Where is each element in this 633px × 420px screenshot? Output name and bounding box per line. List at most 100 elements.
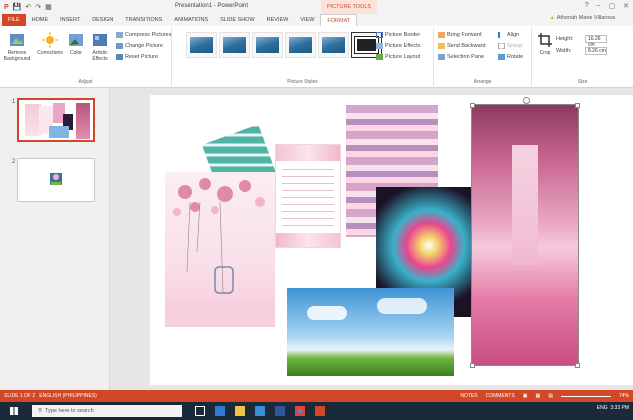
width-field[interactable]: 8.26 cm — [585, 47, 607, 55]
file-explorer-icon[interactable] — [235, 406, 245, 416]
height-field[interactable]: 16.26 cm — [585, 35, 607, 48]
slide-thumbnail-pane: 1 2 — [0, 88, 110, 390]
resize-handle[interactable] — [575, 363, 580, 368]
language-indicator[interactable]: ENGLISH (PHILIPPINES) — [39, 393, 97, 399]
floral-birdcage-picture[interactable] — [165, 172, 275, 327]
align-button[interactable]: Align — [498, 32, 519, 38]
thumb-picture — [49, 126, 69, 138]
corrections-button[interactable]: Corrections — [36, 32, 64, 56]
group-button[interactable]: Group — [498, 43, 522, 49]
tab-slide-show[interactable]: SLIDE SHOW — [214, 14, 261, 26]
picture-style-4[interactable] — [285, 32, 316, 58]
help-button[interactable]: ? — [585, 2, 589, 10]
width-label: Width: — [556, 48, 572, 54]
artistic-effects-button[interactable]: Artistic Effects — [88, 32, 112, 62]
reset-picture-label: Reset Picture — [125, 54, 159, 60]
picture-effects-label: Picture Effects — [385, 43, 421, 49]
lined-notepad-picture[interactable] — [275, 144, 341, 248]
minimize-button[interactable]: – — [597, 2, 601, 10]
cherry-blossom-picture[interactable] — [471, 104, 579, 366]
restore-button[interactable]: ▢ — [609, 2, 616, 10]
user-account[interactable]: Athenah Marie Villarosa — [550, 15, 615, 21]
size-group-label: Size — [577, 79, 588, 85]
send-backward-label: Send Backward — [447, 43, 486, 49]
save-icon[interactable]: 💾 — [13, 3, 22, 11]
tab-review[interactable]: REVIEW — [261, 14, 295, 26]
undo-icon[interactable]: ↶ — [25, 3, 31, 11]
tab-view[interactable]: VIEW — [294, 14, 320, 26]
windows-start-icon[interactable] — [10, 407, 18, 415]
crop-icon — [538, 33, 552, 47]
rotate-handle[interactable] — [523, 97, 530, 104]
chrome-icon[interactable] — [295, 406, 305, 416]
tab-home[interactable]: HOME — [26, 14, 55, 26]
tab-animations[interactable]: ANIMATIONS — [168, 14, 214, 26]
sky-meadow-picture[interactable] — [287, 288, 454, 376]
store-icon[interactable] — [255, 406, 265, 416]
thumb-picture — [50, 173, 62, 185]
selection-pane-button[interactable]: Selection Pane — [438, 54, 484, 60]
status-bar: SLIDE 1 OF 2 ENGLISH (PHILIPPINES) NOTES… — [0, 390, 633, 402]
slide-sorter-icon[interactable]: ▦ — [536, 393, 541, 399]
compress-pictures-button[interactable]: Compress Pictures — [116, 32, 171, 38]
notes-button[interactable]: NOTES — [460, 393, 477, 399]
keyboard-language[interactable]: ENG — [597, 405, 608, 411]
picture-style-3[interactable] — [252, 32, 283, 58]
adjust-group-label: Adjust — [78, 79, 93, 85]
tab-transitions[interactable]: TRANSITIONS — [119, 14, 168, 26]
bring-forward-button[interactable]: Bring Forward — [438, 32, 482, 38]
task-view-icon[interactable] — [195, 406, 205, 416]
bring-forward-icon — [438, 32, 445, 38]
word-icon[interactable] — [275, 406, 285, 416]
picture-style-1[interactable] — [186, 32, 217, 58]
slide-thumbnail-1[interactable] — [17, 98, 95, 142]
reset-picture-button[interactable]: Reset Picture — [116, 54, 158, 60]
send-backward-button[interactable]: Send Backward — [438, 43, 486, 49]
rotate-button[interactable]: Rotate — [498, 54, 523, 60]
taskbar-search-box[interactable]: ⚲ Type here to search — [32, 405, 182, 417]
picture-tools-context-title: PICTURE TOOLS — [321, 0, 377, 14]
clock-time[interactable]: 3:33 PM — [610, 405, 629, 411]
tab-format[interactable]: FORMAT — [320, 13, 358, 27]
tab-insert[interactable]: INSERT — [54, 14, 86, 26]
cloud-shape — [377, 298, 427, 314]
zoom-slider[interactable] — [560, 395, 611, 397]
change-picture-button[interactable]: Change Picture — [116, 43, 163, 49]
reset-picture-icon — [116, 54, 123, 60]
redo-icon[interactable]: ↷ — [35, 3, 41, 11]
edge-icon[interactable] — [215, 406, 225, 416]
powerpoint-taskbar-icon[interactable] — [315, 406, 325, 416]
picture-style-2[interactable] — [219, 32, 250, 58]
remove-background-button[interactable]: Remove Background — [4, 32, 30, 62]
arrange-group-label: Arrange — [473, 79, 492, 85]
tab-file[interactable]: FILE — [2, 14, 26, 26]
zoom-level[interactable]: 74% — [619, 393, 629, 399]
system-tray: ENG 3:33 PM — [597, 405, 629, 411]
picture-layout-button[interactable]: Picture Layout — [376, 54, 420, 60]
blossom-path — [512, 145, 538, 265]
comments-button[interactable]: COMMENTS — [486, 393, 515, 399]
resize-handle[interactable] — [575, 103, 580, 108]
present-icon[interactable]: ▦ — [45, 3, 52, 11]
color-button[interactable]: Color — [66, 32, 86, 56]
crop-button[interactable]: Crop — [536, 32, 554, 56]
picture-effects-icon — [376, 43, 383, 49]
tab-design[interactable]: DESIGN — [86, 14, 119, 26]
color-icon — [69, 34, 83, 46]
reading-view-icon[interactable]: ▤ — [548, 393, 553, 399]
color-label: Color — [70, 50, 82, 56]
close-button[interactable]: ✕ — [623, 2, 629, 10]
adjust-group: Remove Background Corrections Color Arti… — [0, 28, 172, 86]
slide-number-2: 2 — [12, 159, 16, 165]
slide-thumbnail-2[interactable] — [17, 158, 95, 202]
change-picture-icon — [116, 43, 123, 49]
picture-border-button[interactable]: Picture Border — [376, 32, 420, 38]
arrange-group: Bring Forward Send Backward Selection Pa… — [434, 28, 532, 86]
normal-view-icon[interactable]: ▣ — [523, 393, 528, 399]
slide-canvas[interactable] — [150, 95, 633, 385]
resize-handle[interactable] — [470, 103, 475, 108]
resize-handle[interactable] — [470, 363, 475, 368]
picture-style-5[interactable] — [318, 32, 349, 58]
picture-effects-button[interactable]: Picture Effects — [376, 43, 420, 49]
change-picture-label: Change Picture — [125, 43, 163, 49]
